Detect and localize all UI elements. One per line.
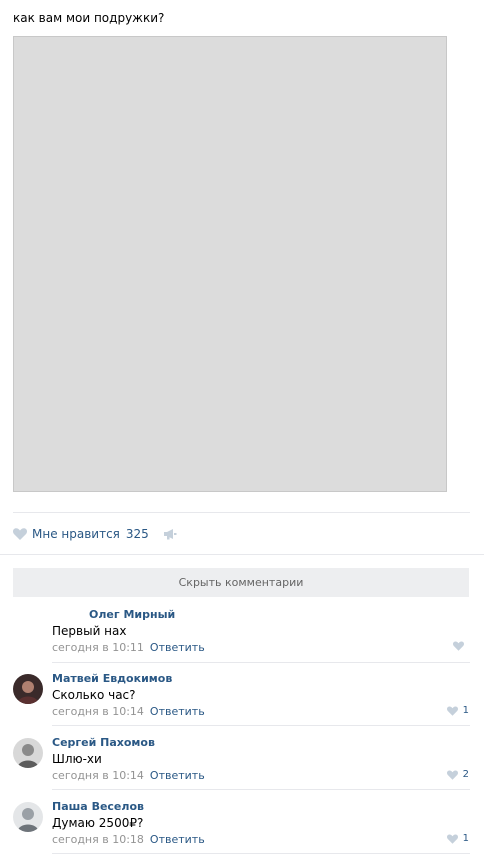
post-divider xyxy=(13,512,470,513)
comment-divider xyxy=(52,662,470,663)
avatar-image-icon xyxy=(17,744,39,768)
heart-icon xyxy=(453,641,464,651)
avatar-image-icon xyxy=(17,681,39,704)
like-count: 325 xyxy=(125,527,149,541)
reply-link[interactable]: Ответить xyxy=(150,833,205,846)
hide-comments-button[interactable]: Скрыть комментарии xyxy=(13,568,469,597)
comment-author[interactable]: Матвей Евдокимов xyxy=(52,672,172,685)
comment-time[interactable]: сегодня в 10:14 xyxy=(52,705,144,718)
comment-meta: сегодня в 10:14 Ответить xyxy=(52,705,205,718)
like-button[interactable]: Мне нравится 325 xyxy=(13,527,149,541)
comment-like-count: 1 xyxy=(462,705,469,716)
avatar-image-icon xyxy=(17,808,39,832)
reply-link[interactable]: Ответить xyxy=(150,641,205,654)
post-text: как вам мои подружки? xyxy=(13,11,165,25)
avatar[interactable] xyxy=(13,738,43,768)
comment-text: Думаю 2500₽? xyxy=(52,816,144,830)
comment-author[interactable]: Сергей Пахомов xyxy=(52,736,155,749)
megaphone-share-icon[interactable] xyxy=(163,528,177,540)
heart-icon xyxy=(13,528,27,540)
comment-item: Матвей Евдокимов Сколько час? сегодня в … xyxy=(13,664,469,718)
like-label: Мне нравится xyxy=(32,527,120,541)
comment-like-button[interactable]: 1 xyxy=(446,705,469,716)
comment-meta: сегодня в 10:18 Ответить xyxy=(52,833,205,846)
comment-text: Сколько час? xyxy=(52,688,136,702)
heart-icon xyxy=(446,705,458,716)
comment-meta: сегодня в 10:14 Ответить xyxy=(52,769,205,782)
comment-like-button[interactable]: 1 xyxy=(446,833,469,844)
comment-item: Паша Веселов Думаю 2500₽? сегодня в 10:1… xyxy=(13,792,469,846)
comment-time[interactable]: сегодня в 10:11 xyxy=(52,641,144,654)
comment-author[interactable]: Олег Мирный xyxy=(89,608,175,621)
reply-link[interactable]: Ответить xyxy=(150,705,205,718)
post-photo-placeholder[interactable] xyxy=(13,36,447,492)
comment-divider xyxy=(52,725,470,726)
reply-link[interactable]: Ответить xyxy=(150,769,205,782)
comment-meta: сегодня в 10:11 Ответить xyxy=(52,641,205,654)
comment-text: Шлю-хи xyxy=(52,752,102,766)
comment-text: Первый нах xyxy=(52,624,127,638)
avatar[interactable] xyxy=(13,674,43,704)
comment-divider xyxy=(52,789,470,790)
comment-like-count: 2 xyxy=(462,769,469,780)
comment-time[interactable]: сегодня в 10:18 xyxy=(52,833,144,846)
comment-like-button[interactable]: 2 xyxy=(446,769,469,780)
post-actions: Мне нравится 325 xyxy=(13,526,177,542)
actions-divider xyxy=(0,554,484,555)
comment-like-count: 1 xyxy=(462,833,469,844)
comment-like-button[interactable] xyxy=(453,641,469,651)
comment-item: Олег Мирный Первый нах сегодня в 10:11 От… xyxy=(13,600,469,654)
heart-icon xyxy=(446,833,458,844)
comment-item: Сергей Пахомов Шлю-хи сегодня в 10:14 Отв… xyxy=(13,728,469,782)
heart-icon xyxy=(446,769,458,780)
comment-author[interactable]: Паша Веселов xyxy=(52,800,144,813)
comment-divider xyxy=(52,853,470,854)
comment-time[interactable]: сегодня в 10:14 xyxy=(52,769,144,782)
avatar[interactable] xyxy=(13,802,43,832)
